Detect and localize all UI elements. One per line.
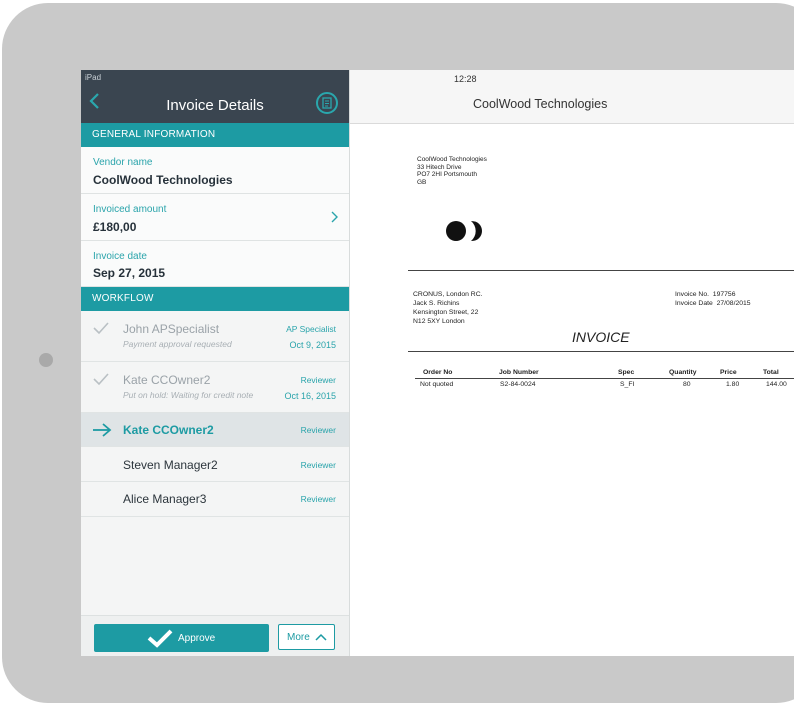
workflow-item[interactable]: Alice Manager3 Reviewer — [81, 482, 349, 517]
carrier-label: iPad — [85, 73, 102, 82]
workflow-user: Steven Manager2 — [123, 458, 218, 472]
page-title: Invoice Details — [166, 97, 264, 114]
invoice-date-row: Invoice date Sep 27, 2015 — [81, 241, 349, 287]
general-info-header: GENERAL INFORMATION — [81, 123, 349, 147]
table-header: Quantity — [669, 369, 697, 376]
invoice-heading: INVOICE — [572, 329, 630, 345]
table-header: Total — [763, 369, 779, 376]
left-nav-bar: iPad Invoice Details — [81, 70, 349, 123]
table-cell: S_FI — [620, 381, 635, 388]
address-line: PO7 2HI Portsmouth — [417, 171, 477, 178]
workflow-item[interactable]: John APSpecialist Payment approval reque… — [81, 311, 349, 362]
workflow-role: Reviewer — [300, 494, 336, 504]
workflow-user: Alice Manager3 — [123, 492, 207, 506]
address-line: N12 5XY London — [413, 318, 465, 325]
table-cell: 144.00 — [766, 381, 787, 388]
invoice-date: 27/08/2015 — [716, 300, 751, 307]
address-line: Jack S. Richins — [413, 300, 460, 307]
table-header: Job Number — [499, 369, 539, 376]
approve-button[interactable]: Approve — [94, 624, 269, 652]
invoice-meta: Invoice No. 197756 Invoice Date 27/08/20… — [675, 290, 751, 308]
approve-label: Approve — [178, 633, 216, 644]
table-top-divider — [408, 351, 794, 352]
checkmark-icon — [93, 373, 109, 386]
workflow-note: Payment approval requested — [123, 339, 232, 349]
address-line: Kensington Street, 22 — [413, 309, 479, 316]
caret-up-icon — [315, 633, 327, 641]
address-line: GB — [417, 178, 427, 186]
invoice-date-value: Sep 27, 2015 — [93, 266, 166, 280]
amount-value: £180,00 — [93, 220, 137, 234]
more-button[interactable]: More — [278, 624, 335, 650]
workflow-item[interactable]: Kate CCOwner2 Put on hold: Waiting for c… — [81, 362, 349, 413]
table-cell: Not quoted — [420, 381, 454, 388]
table-cell: S2-84-0024 — [500, 381, 536, 388]
invoice-no: 197756 — [712, 291, 736, 298]
vendor-row: Vendor name CoolWood Technologies — [81, 147, 349, 194]
workflow-item[interactable]: Steven Manager2 Reviewer — [81, 447, 349, 482]
address-line: CoolWood Technologies — [417, 156, 487, 163]
more-label: More — [287, 632, 310, 643]
address-line: 33 Hitech Drive — [417, 163, 462, 171]
workflow-role: AP Specialist — [286, 324, 336, 334]
workflow-note: Put on hold: Waiting for credit note — [123, 390, 254, 400]
checkmark-icon — [147, 629, 173, 648]
document-title: CoolWood Technologies — [473, 97, 608, 111]
sender-address: CoolWood Technologies 33 Hitech Drive PO… — [417, 156, 487, 186]
workflow-user: Kate CCOwner2 — [123, 373, 211, 387]
vendor-value: CoolWood Technologies — [93, 173, 233, 187]
table-header: Price — [720, 369, 737, 376]
checkmark-icon — [93, 322, 109, 335]
document-nav-bar: 12:28 CoolWood Technologies — [350, 70, 794, 124]
header-divider — [408, 270, 794, 271]
table-cell: 1.80 — [726, 381, 740, 388]
vendor-label: Vendor name — [93, 157, 153, 168]
workflow-user: John APSpecialist — [123, 322, 220, 336]
arrow-right-icon — [93, 423, 112, 437]
invoice-document[interactable]: CoolWood Technologies 33 Hitech Drive PO… — [350, 124, 794, 656]
invoice-no-label: Invoice No. — [675, 291, 710, 298]
table-header: Spec — [618, 369, 635, 376]
workflow-date: Oct 9, 2015 — [289, 340, 336, 350]
table-header-divider — [415, 378, 794, 379]
table-header: Order No — [423, 369, 453, 376]
company-logo — [446, 221, 482, 241]
document-icon[interactable] — [316, 92, 338, 114]
amount-label: Invoiced amount — [93, 204, 167, 215]
action-bar: Approve More — [81, 615, 349, 656]
workflow-user: Kate CCOwner2 — [123, 423, 214, 437]
amount-row[interactable]: Invoiced amount £180,00 — [81, 194, 349, 241]
workflow-role: Reviewer — [300, 375, 336, 385]
invoice-date-label: Invoice Date — [675, 300, 713, 307]
table-cell: 80 — [683, 381, 691, 388]
customer-address: CRONUS, London RC. Jack S. Richins Kensi… — [413, 290, 483, 326]
invoice-details-pane: iPad Invoice Details GENERAL INFORMATION… — [81, 70, 350, 656]
chevron-right-icon — [331, 211, 338, 223]
status-time: 12:28 — [454, 74, 477, 84]
invoice-date-label: Invoice date — [93, 251, 147, 262]
workflow-item-current[interactable]: Kate CCOwner2 Reviewer — [81, 413, 349, 447]
address-line: CRONUS, London RC. — [413, 291, 483, 298]
workflow-role: Reviewer — [300, 425, 336, 435]
workflow-date: Oct 16, 2015 — [284, 391, 336, 401]
workflow-header: WORKFLOW — [81, 287, 349, 311]
workflow-role: Reviewer — [300, 460, 336, 470]
app-screen: iPad Invoice Details GENERAL INFORMATION… — [81, 70, 794, 656]
document-pane: 12:28 CoolWood Technologies CoolWood Tec… — [350, 70, 794, 656]
home-button[interactable] — [39, 353, 53, 367]
